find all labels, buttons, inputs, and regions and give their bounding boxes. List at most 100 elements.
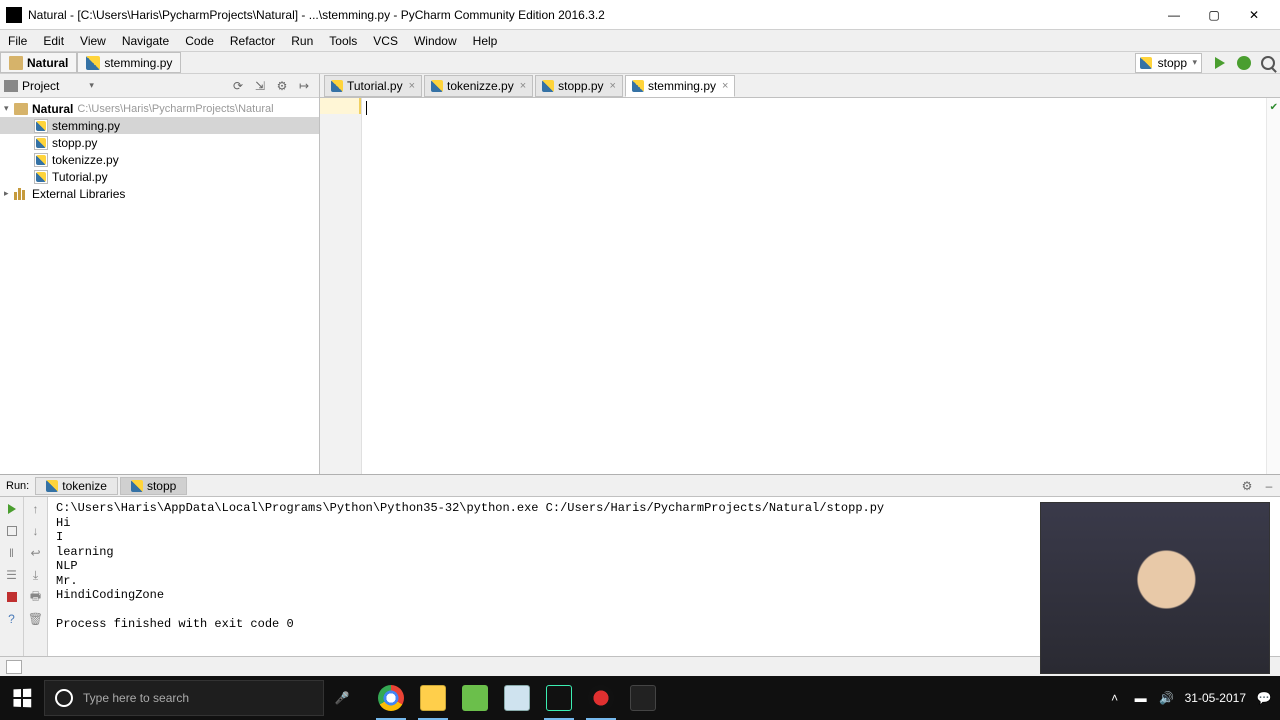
python-file-icon: [34, 170, 48, 184]
editor-area: Tutorial.py × tokenizze.py × stopp.py × …: [320, 74, 1280, 474]
run-action-toolbar-1: ‖ ☰ ?: [0, 497, 24, 676]
menu-tools[interactable]: Tools: [321, 31, 365, 51]
run-tool-header: Run: tokenize stopp ⚙ –: [0, 475, 1280, 497]
help-button[interactable]: ?: [4, 611, 20, 627]
run-hide-icon[interactable]: –: [1261, 478, 1277, 494]
project-tool-window: Project ▾ ⟳ ⇲ ⚙ ↦ ▾ Natural C:\Users\Har…: [0, 74, 320, 474]
clear-button[interactable]: 🗑: [28, 611, 44, 627]
scroll-from-source-icon[interactable]: ⟳: [230, 78, 246, 94]
menu-code[interactable]: Code: [177, 31, 222, 51]
python-file-icon: [34, 153, 48, 167]
taskbar-app-notepad[interactable]: [496, 676, 538, 720]
dump-threads-button[interactable]: ☰: [4, 567, 20, 583]
status-indicator-icon[interactable]: [6, 660, 22, 674]
menu-run[interactable]: Run: [283, 31, 321, 51]
python-file-icon: [34, 119, 48, 133]
pause-button[interactable]: ‖: [4, 545, 20, 561]
editor-marker-bar[interactable]: ✔: [1266, 98, 1280, 474]
tree-file-stemming[interactable]: stemming.py: [0, 117, 319, 134]
search-everywhere-button[interactable]: [1259, 54, 1277, 72]
taskbar-app-explorer[interactable]: [412, 676, 454, 720]
menu-vcs[interactable]: VCS: [365, 31, 406, 51]
taskbar-app-recorder[interactable]: [580, 676, 622, 720]
editor-tab-tokenizze[interactable]: tokenizze.py ×: [424, 75, 533, 97]
debug-button[interactable]: [1235, 54, 1253, 72]
chevron-down-icon[interactable]: ▾: [89, 80, 94, 91]
tree-expand-toggle[interactable]: ▸: [4, 188, 14, 199]
tray-notifications-icon[interactable]: 💬: [1256, 690, 1272, 706]
python-file-icon: [331, 80, 343, 92]
python-file-icon: [632, 80, 644, 92]
project-view-icon: [4, 80, 18, 92]
taskbar-app-pycharm[interactable]: [538, 676, 580, 720]
menu-window[interactable]: Window: [406, 31, 465, 51]
breadcrumb-file[interactable]: stemming.py: [77, 52, 181, 73]
close-tab-icon[interactable]: ×: [409, 80, 415, 92]
stop-button[interactable]: [4, 523, 20, 539]
tray-volume-icon[interactable]: 🔊: [1159, 690, 1175, 706]
menu-file[interactable]: File: [0, 31, 35, 51]
stop-icon: [7, 526, 17, 536]
run-button[interactable]: [1211, 54, 1229, 72]
start-button[interactable]: [0, 676, 44, 720]
tree-expand-toggle[interactable]: ▾: [4, 103, 14, 114]
run-settings-icon[interactable]: ⚙: [1239, 478, 1255, 494]
run-configuration-selector[interactable]: stopp ▾: [1135, 53, 1202, 73]
taskbar-search[interactable]: Type here to search: [44, 680, 324, 716]
menu-edit[interactable]: Edit: [35, 31, 72, 51]
project-tree[interactable]: ▾ Natural C:\Users\Haris\PycharmProjects…: [0, 98, 319, 474]
python-file-icon: [431, 80, 443, 92]
editor-body[interactable]: ✔: [320, 98, 1280, 474]
python-file-icon: [131, 480, 143, 492]
window-titlebar: Natural - [C:\Users\Haris\PycharmProject…: [0, 0, 1280, 30]
tray-network-icon[interactable]: ▬: [1133, 690, 1149, 706]
play-icon: [8, 504, 16, 514]
maximize-button[interactable]: ▢: [1194, 3, 1234, 27]
microphone-icon[interactable]: 🎤: [324, 691, 360, 705]
minimize-button[interactable]: —: [1154, 3, 1194, 27]
breadcrumb-project[interactable]: Natural: [0, 52, 77, 73]
run-action-toolbar-2: ↑ ↓ ↩ ⤓ 🖶 🗑: [24, 497, 48, 676]
scroll-to-end-button[interactable]: ⤓: [28, 567, 44, 583]
menu-help[interactable]: Help: [465, 31, 506, 51]
inspection-ok-icon: ✔: [1270, 102, 1278, 113]
up-stack-button[interactable]: ↑: [28, 501, 44, 517]
library-icon: [14, 188, 28, 200]
close-tab-icon[interactable]: ×: [520, 80, 526, 92]
menu-navigate[interactable]: Navigate: [114, 31, 177, 51]
close-tab-icon[interactable]: ×: [610, 80, 616, 92]
search-placeholder: Type here to search: [83, 691, 189, 705]
run-tab-stopp[interactable]: stopp: [120, 477, 187, 495]
menu-refactor[interactable]: Refactor: [222, 31, 283, 51]
close-run-button[interactable]: [4, 589, 20, 605]
play-icon: [1215, 57, 1225, 69]
taskbar-app-video[interactable]: [622, 676, 664, 720]
print-button[interactable]: 🖶: [28, 589, 44, 605]
editor-tab-tutorial[interactable]: Tutorial.py ×: [324, 75, 422, 97]
tree-file-tutorial[interactable]: Tutorial.py: [0, 168, 319, 185]
external-libraries-node[interactable]: ▸ External Libraries: [0, 185, 319, 202]
collapse-all-icon[interactable]: ⇲: [252, 78, 268, 94]
editor-tab-stopp[interactable]: stopp.py ×: [535, 75, 623, 97]
code-text-area[interactable]: [362, 98, 1280, 474]
close-tab-icon[interactable]: ×: [722, 80, 728, 92]
tree-file-stopp[interactable]: stopp.py: [0, 134, 319, 151]
project-root-node[interactable]: ▾ Natural C:\Users\Haris\PycharmProjects…: [0, 100, 319, 117]
run-tab-tokenize[interactable]: tokenize: [35, 477, 118, 495]
hide-tool-window-icon[interactable]: ↦: [296, 78, 312, 94]
text-cursor: [366, 101, 367, 115]
tray-chevron-up-icon[interactable]: ˄: [1107, 690, 1123, 706]
down-stack-button[interactable]: ↓: [28, 523, 44, 539]
tree-file-tokenizze[interactable]: tokenizze.py: [0, 151, 319, 168]
menu-view[interactable]: View: [72, 31, 114, 51]
tray-clock[interactable]: 31-05-2017: [1185, 692, 1246, 705]
settings-gear-icon[interactable]: ⚙: [274, 78, 290, 94]
cortana-circle-icon: [55, 689, 73, 707]
taskbar-app-chrome[interactable]: [370, 676, 412, 720]
taskbar-app-store[interactable]: [454, 676, 496, 720]
python-file-icon: [1140, 57, 1152, 69]
soft-wrap-button[interactable]: ↩: [28, 545, 44, 561]
rerun-button[interactable]: [4, 501, 20, 517]
editor-tab-stemming[interactable]: stemming.py ×: [625, 75, 735, 97]
close-window-button[interactable]: ✕: [1234, 3, 1274, 27]
